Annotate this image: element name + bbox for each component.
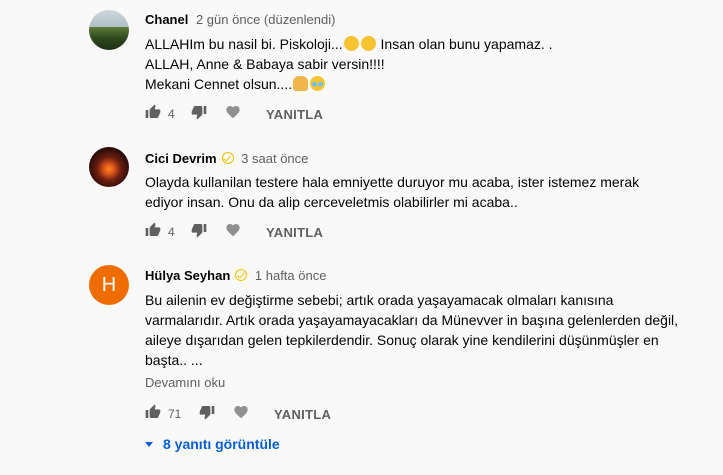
comment-line: Insan olan bunu yapamaz. . bbox=[376, 36, 553, 52]
heart-icon[interactable] bbox=[233, 404, 249, 420]
thumb-up-icon[interactable] bbox=[145, 222, 161, 238]
reply-button[interactable]: YANITLA bbox=[266, 107, 323, 122]
comment-line: başta.. ... bbox=[145, 352, 203, 368]
pensive-face-emoji-icon bbox=[343, 36, 359, 51]
view-replies-button[interactable]: 8 yanıtı görüntüle bbox=[145, 436, 280, 452]
pensive-face-emoji-icon bbox=[360, 36, 376, 51]
comment-header: Hülya Seyhan 1 hafta önce bbox=[145, 268, 326, 283]
comment-text: Olayda kullanilan testere hala emniyette… bbox=[145, 172, 705, 212]
thumb-down-icon[interactable] bbox=[191, 104, 207, 120]
thumb-down-icon[interactable] bbox=[191, 222, 207, 238]
like-count: 71 bbox=[168, 407, 182, 421]
verified-icon bbox=[235, 269, 248, 281]
comment-line: Olayda kullanilan testere hala emniyette… bbox=[145, 174, 640, 190]
heart-icon[interactable] bbox=[225, 104, 241, 120]
avatar-letter: H bbox=[101, 274, 117, 296]
comment-text: Bu ailenin ev değiştirme sebebi; artık o… bbox=[145, 290, 705, 370]
like-count: 4 bbox=[168, 107, 175, 121]
heart-icon[interactable] bbox=[225, 222, 241, 238]
comment-date[interactable]: 3 saat önce bbox=[241, 151, 308, 166]
thumb-down-icon[interactable] bbox=[199, 404, 215, 420]
comment-line: ALLAH, Anne & Babaya sabir versin!!!! bbox=[145, 56, 385, 72]
comment-header: Chanel 2 gün önce (düzenlendi) bbox=[145, 12, 335, 27]
read-more-link[interactable]: Devamını oku bbox=[145, 375, 225, 390]
comment-header: Cici Devrim 3 saat önce bbox=[145, 151, 308, 166]
view-replies-label: 8 yanıtı görüntüle bbox=[163, 436, 280, 452]
comment-line: Mekani Cennet olsun.... bbox=[145, 76, 293, 92]
avatar[interactable] bbox=[89, 10, 129, 50]
comment-text: ALLAHIm bu nasil bi. Piskoloji... Insan … bbox=[145, 34, 705, 94]
author-name[interactable]: Cici Devrim bbox=[145, 151, 217, 166]
comment-line: ALLAHIm bu nasil bi. Piskoloji... bbox=[145, 36, 343, 52]
comment-line: aileye dışarıdan gelen tepkilerdendir. S… bbox=[145, 332, 659, 348]
thumb-up-icon[interactable] bbox=[145, 104, 161, 120]
folded-hands-emoji-icon bbox=[293, 76, 309, 91]
verified-icon bbox=[221, 152, 234, 164]
avatar[interactable] bbox=[89, 147, 129, 187]
author-name[interactable]: Chanel bbox=[145, 12, 188, 27]
comment-line: ediyor insan. Onu da alip cerceveletmis … bbox=[145, 194, 518, 210]
avatar[interactable]: H bbox=[89, 265, 129, 305]
reply-button[interactable]: YANITLA bbox=[274, 407, 331, 422]
thumb-up-icon[interactable] bbox=[145, 404, 161, 420]
comment-line: Bu ailenin ev değiştirme sebebi; artık o… bbox=[145, 292, 614, 308]
comment-date[interactable]: 1 hafta önce bbox=[255, 268, 327, 283]
reply-button[interactable]: YANITLA bbox=[266, 225, 323, 240]
comment-line: varmalarıdır. Artık orada yaşayamayacakl… bbox=[145, 312, 679, 328]
caret-down-icon bbox=[145, 442, 153, 447]
like-count: 4 bbox=[168, 225, 175, 239]
comment-date[interactable]: 2 gün önce (düzenlendi) bbox=[196, 12, 336, 27]
author-name[interactable]: Hülya Seyhan bbox=[145, 268, 230, 283]
crying-face-emoji-icon bbox=[310, 76, 326, 91]
